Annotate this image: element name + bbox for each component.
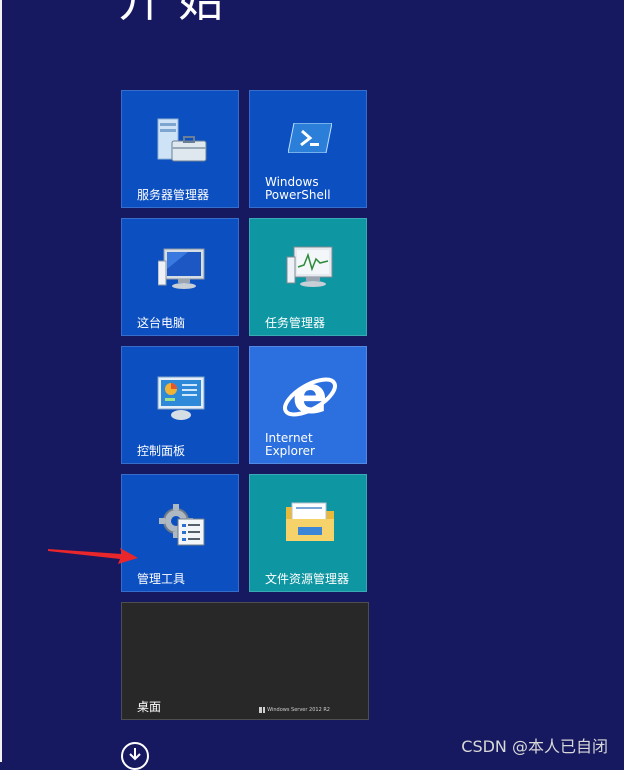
- tile-label: 服务器管理器: [137, 188, 210, 202]
- folder-icon: [284, 499, 336, 549]
- server-manager-icon: [156, 117, 208, 169]
- powershell-icon: [287, 122, 333, 157]
- tile-file-explorer[interactable]: 文件资源管理器: [249, 474, 367, 592]
- tile-task-manager[interactable]: 任务管理器: [249, 218, 367, 336]
- admin-tools-icon: [158, 501, 206, 551]
- arrow-down-icon: [129, 748, 141, 761]
- all-apps-button[interactable]: [121, 742, 149, 770]
- tile-label: Internet Explorer: [265, 431, 315, 458]
- tile-powershell[interactable]: Windows PowerShell: [249, 90, 367, 208]
- watermark: CSDN @本人已自闭: [461, 737, 608, 756]
- control-panel-icon: [156, 375, 206, 425]
- tile-label: 这台电脑: [137, 316, 186, 330]
- tile-desktop[interactable]: 桌面 Windows Server 2012 R2: [121, 602, 369, 720]
- windows-server-badge: Windows Server 2012 R2: [259, 707, 330, 713]
- svg-text:e: e: [292, 367, 327, 426]
- tile-label: 桌面: [137, 700, 162, 714]
- computer-icon: [157, 247, 206, 295]
- internet-explorer-icon: e: [280, 366, 340, 431]
- tile-control-panel[interactable]: 控制面板: [121, 346, 239, 464]
- annotation-arrow-icon: [48, 548, 138, 564]
- start-title: 开始: [118, 0, 238, 27]
- task-manager-icon: [286, 245, 334, 293]
- tile-label: 控制面板: [137, 444, 186, 458]
- tile-this-pc[interactable]: 这台电脑: [121, 218, 239, 336]
- tile-server-manager[interactable]: 服务器管理器: [121, 90, 239, 208]
- tile-internet-explorer[interactable]: e Internet Explorer: [249, 346, 367, 464]
- tile-admin-tools[interactable]: 管理工具: [121, 474, 239, 592]
- badge-text: Windows Server 2012 R2: [267, 707, 330, 713]
- tile-label: 任务管理器: [265, 316, 326, 330]
- tile-label: Windows PowerShell: [265, 175, 331, 202]
- tile-label: 文件资源管理器: [265, 572, 350, 586]
- windows-logo-icon: [259, 707, 266, 713]
- tile-label: 管理工具: [137, 572, 186, 586]
- screen-edge: [0, 0, 2, 762]
